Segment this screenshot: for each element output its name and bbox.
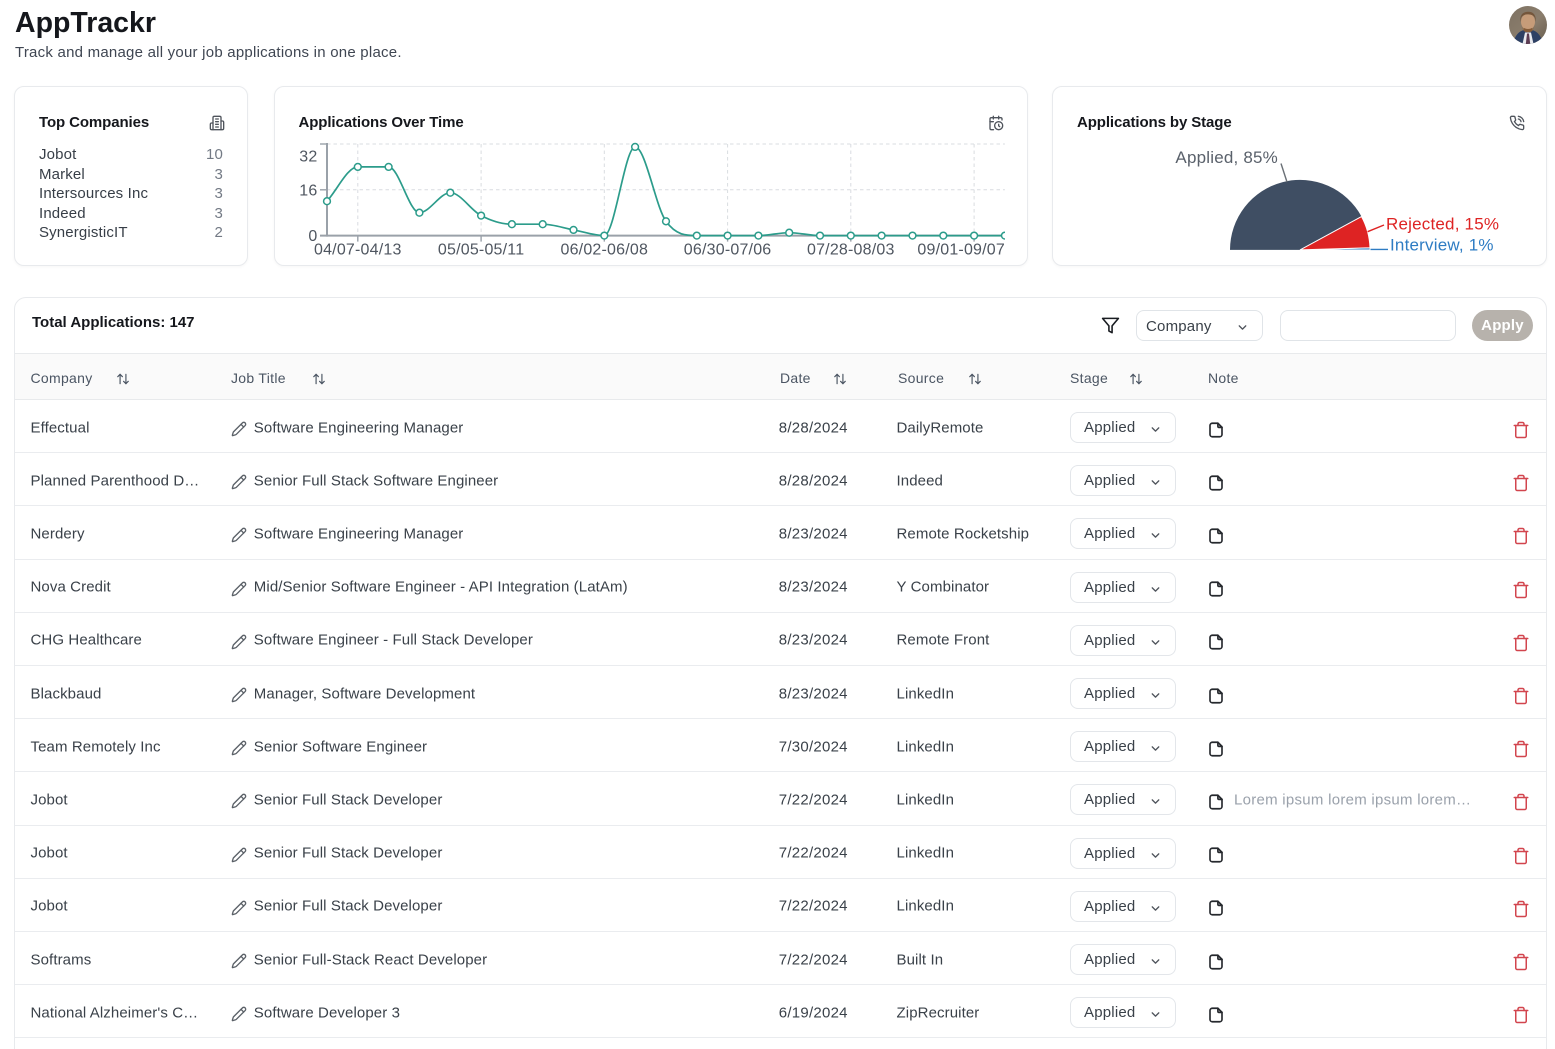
svg-text:05/05-05/11: 05/05-05/11 xyxy=(437,242,523,259)
svg-text:07/28-08/03: 07/28-08/03 xyxy=(806,242,894,259)
svg-text:06/02-06/08: 06/02-06/08 xyxy=(560,242,648,259)
svg-text:Interview, 1%: Interview, 1% xyxy=(1390,235,1494,254)
svg-text:Applied, 85%: Applied, 85% xyxy=(1175,148,1278,167)
svg-text:Rejected, 15%: Rejected, 15% xyxy=(1386,214,1499,233)
svg-text:06/30-07/06: 06/30-07/06 xyxy=(683,242,771,259)
svg-text:16: 16 xyxy=(299,182,317,199)
svg-text:04/07-04/13: 04/07-04/13 xyxy=(313,242,401,259)
svg-text:09/01-09/07: 09/01-09/07 xyxy=(917,242,1005,259)
svg-text:32: 32 xyxy=(299,149,317,166)
